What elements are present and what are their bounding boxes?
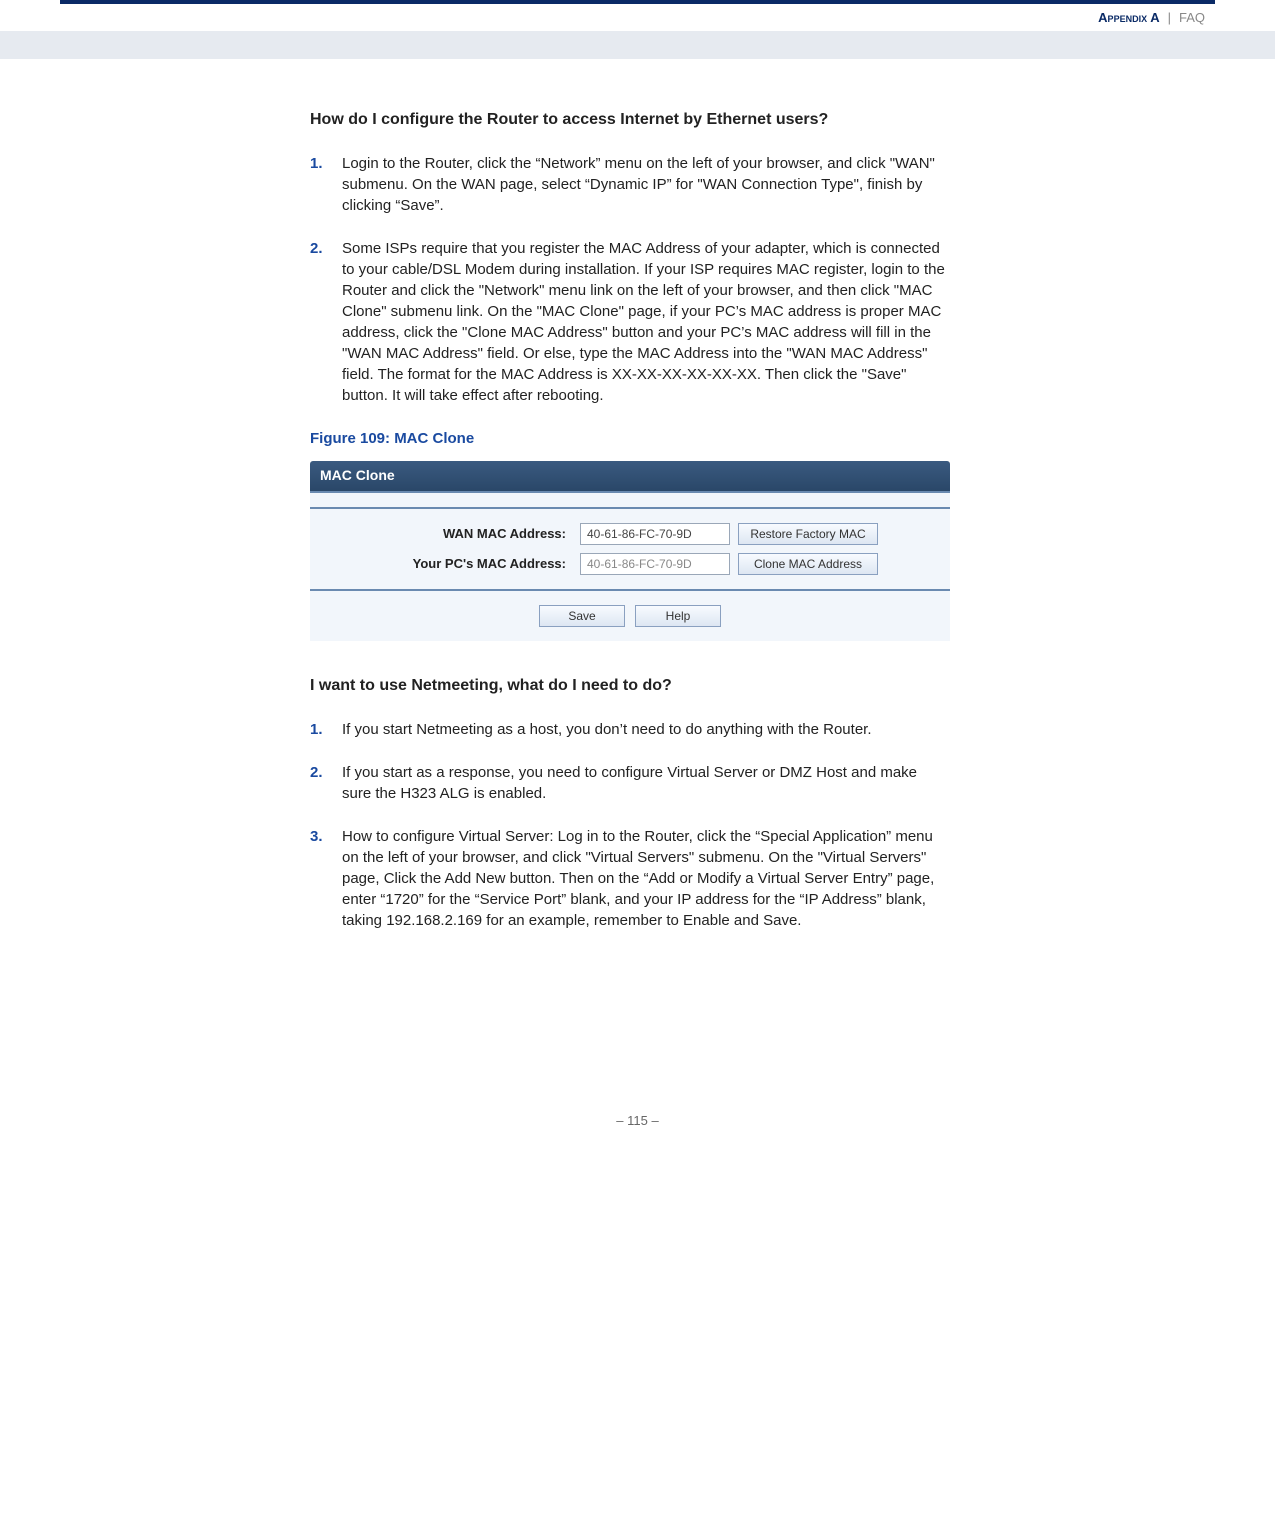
page-number: – 115 – (0, 953, 1275, 1158)
list-item: 1. Login to the Router, click the “Netwo… (310, 153, 950, 216)
figure-mac-clone: MAC Clone WAN MAC Address: Restore Facto… (310, 461, 950, 641)
main-content: How do I configure the Router to access … (310, 109, 950, 931)
row-pc-mac: Your PC's MAC Address: Clone MAC Address (320, 553, 940, 575)
list-item: 2. If you start as a response, you need … (310, 762, 950, 804)
list-body: If you start as a response, you need to … (342, 762, 950, 804)
list-body: Some ISPs require that you register the … (342, 238, 950, 406)
input-wan-mac[interactable] (580, 523, 730, 545)
question-heading-1: How do I configure the Router to access … (310, 109, 950, 131)
list-number: 1. (310, 153, 342, 216)
header-section: FAQ (1179, 10, 1205, 25)
divider (310, 507, 950, 509)
question-heading-2: I want to use Netmeeting, what do I need… (310, 675, 950, 697)
list-body: If you start Netmeeting as a host, you d… (342, 719, 950, 740)
panel-title: MAC Clone (310, 461, 950, 491)
panel-footer: Save Help (310, 589, 950, 641)
header-separator: | (1168, 10, 1171, 25)
label-wan-mac: WAN MAC Address: (320, 525, 580, 543)
list-number: 2. (310, 238, 342, 406)
header-band (0, 31, 1275, 59)
list-item: 3. How to configure Virtual Server: Log … (310, 826, 950, 931)
list-number: 2. (310, 762, 342, 804)
clone-mac-address-button[interactable]: Clone MAC Address (738, 553, 878, 575)
row-wan-mac: WAN MAC Address: Restore Factory MAC (320, 523, 940, 545)
list-body: How to configure Virtual Server: Log in … (342, 826, 950, 931)
list-number: 1. (310, 719, 342, 740)
panel-body: WAN MAC Address: Restore Factory MAC You… (310, 491, 950, 641)
list-item: 1. If you start Netmeeting as a host, yo… (310, 719, 950, 740)
list-item: 2. Some ISPs require that you register t… (310, 238, 950, 406)
list-number: 3. (310, 826, 342, 931)
input-pc-mac (580, 553, 730, 575)
save-button[interactable]: Save (539, 605, 625, 627)
page-header: Appendix A | FAQ (0, 4, 1275, 31)
figure-caption: Figure 109: MAC Clone (310, 428, 950, 449)
label-pc-mac: Your PC's MAC Address: (320, 555, 580, 573)
restore-factory-mac-button[interactable]: Restore Factory MAC (738, 523, 878, 545)
help-button[interactable]: Help (635, 605, 721, 627)
header-appendix: Appendix A (1098, 10, 1159, 25)
list-body: Login to the Router, click the “Network”… (342, 153, 950, 216)
